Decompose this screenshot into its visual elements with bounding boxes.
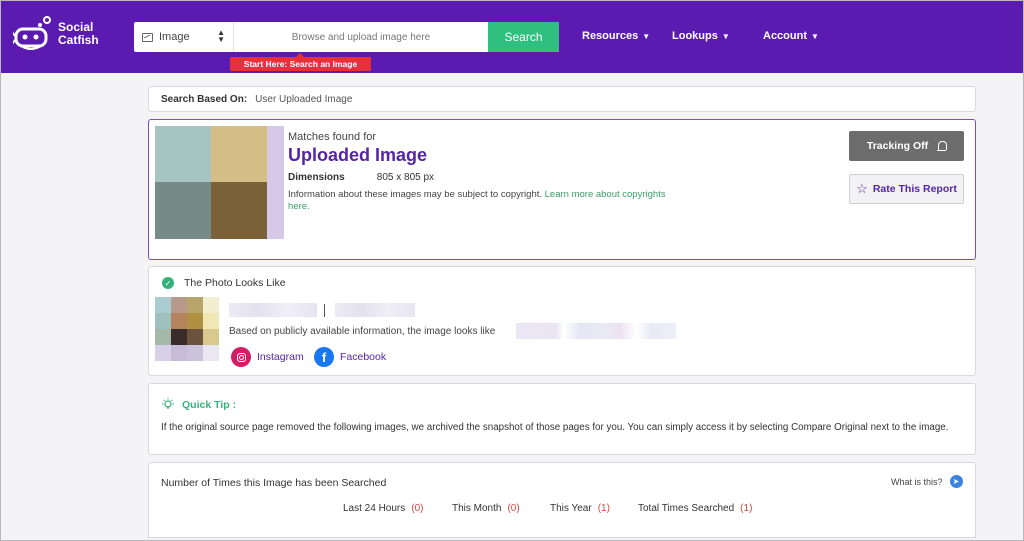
- bell-icon: [937, 141, 948, 151]
- updown-arrows-icon: ▲ ▼: [217, 28, 225, 44]
- blurred-match-name: [516, 323, 676, 339]
- blurred-name: [229, 303, 317, 317]
- match-info: Matches found for Uploaded Image Dimensi…: [288, 131, 678, 213]
- quick-tip-title: Quick Tip :: [182, 399, 237, 411]
- facebook-link[interactable]: f Facebook: [314, 347, 386, 367]
- logo-line-2: Catfish: [58, 33, 99, 47]
- nav-resources-label: Resources: [582, 30, 639, 42]
- search-based-on-bar: Search Based On: User Uploaded Image: [148, 86, 976, 112]
- stat-this-month: This Month (0): [452, 503, 520, 514]
- tracking-label: Tracking Off: [866, 140, 929, 152]
- stat-value: (0): [507, 503, 520, 514]
- facebook-label: Facebook: [340, 351, 387, 363]
- quick-tip-card: Quick Tip : If the original source page …: [148, 383, 976, 455]
- catfish-logo-icon: [11, 15, 53, 53]
- search-button[interactable]: Search: [488, 22, 559, 52]
- dimensions-value: 805 x 805 px: [376, 172, 435, 183]
- info-arrow-icon: ➤: [949, 475, 963, 488]
- copyright-text: Information about these images may be su…: [288, 189, 542, 200]
- based-on-value: User Uploaded Image: [255, 93, 353, 105]
- what-is-this-link[interactable]: What is this? ➤: [891, 475, 963, 488]
- looks-like-title: The Photo Looks Like: [184, 277, 286, 289]
- image-icon: [142, 32, 153, 42]
- copyright-notice: Information about these images may be su…: [288, 189, 678, 213]
- caret-down-icon: ▼: [642, 32, 651, 41]
- quick-tip-body: If the original source page removed the …: [161, 422, 949, 433]
- stat-total-times-searched: Total Times Searched (1): [638, 503, 752, 514]
- caret-down-icon: ▼: [811, 32, 819, 41]
- blurred-profile-photo[interactable]: [155, 297, 221, 362]
- stat-label: Total Times Searched: [638, 503, 735, 514]
- star-icon: ☆: [856, 181, 868, 196]
- nav-resources[interactable]: Resources ▼: [582, 30, 650, 42]
- search-type-select[interactable]: Image ▲ ▼: [134, 22, 234, 52]
- instagram-link[interactable]: Instagram: [231, 347, 304, 367]
- tracking-toggle-button[interactable]: Tracking Off: [849, 131, 964, 161]
- name-separator: [324, 304, 325, 317]
- lightbulb-icon: [162, 398, 174, 410]
- stat-value: (1): [740, 503, 753, 514]
- nav-lookups-label: Lookups: [672, 30, 718, 42]
- search-count-title: Number of Times this Image has been Sear…: [161, 477, 387, 489]
- stat-label: Last 24 Hours: [343, 503, 406, 514]
- matches-found-label: Matches found for: [288, 131, 377, 143]
- stat-this-year: This Year (1): [550, 503, 610, 514]
- what-is-this-label: What is this?: [891, 476, 943, 487]
- based-on-label: Search Based On:: [161, 93, 248, 105]
- nav-account[interactable]: Account ▼: [763, 30, 819, 42]
- stat-label: This Year: [550, 503, 592, 514]
- uploaded-image-thumbnail[interactable]: [155, 126, 284, 239]
- stat-label: This Month: [452, 503, 502, 514]
- photo-looks-like-card: ✓ The Photo Looks Like Based on publicly…: [148, 266, 976, 376]
- search-count-card: Number of Times this Image has been Sear…: [148, 462, 976, 538]
- rate-report-button[interactable]: ☆ Rate This Report: [849, 174, 964, 204]
- instagram-label: Instagram: [257, 351, 304, 363]
- match-card: Matches found for Uploaded Image Dimensi…: [148, 119, 976, 260]
- nav-account-label: Account: [763, 30, 807, 42]
- stat-value: (0): [411, 503, 424, 514]
- looks-like-text: Based on publicly available information,…: [229, 326, 496, 337]
- caret-down-icon: ▼: [721, 32, 730, 41]
- facebook-icon: f: [314, 347, 334, 367]
- stat-last-24-hours: Last 24 Hours (0): [343, 503, 424, 514]
- instagram-icon: [231, 347, 251, 367]
- rate-label: Rate This Report: [872, 183, 957, 195]
- stat-value: (1): [597, 503, 610, 514]
- top-header: Social Catfish Image ▲ ▼ Browse and uploa…: [1, 1, 1023, 73]
- start-here-tag: Start Here: Search an Image: [230, 53, 371, 71]
- dimensions-label: Dimensions: [288, 172, 345, 183]
- blurred-username: [335, 303, 415, 317]
- upload-field[interactable]: Browse and upload image here: [234, 22, 488, 52]
- dimensions-row: Dimensions 805 x 805 px: [288, 172, 678, 183]
- logo[interactable]: Social Catfish: [11, 15, 99, 53]
- search-bar: Image ▲ ▼ Browse and upload image here Se…: [134, 22, 559, 52]
- match-title: Uploaded Image: [288, 145, 428, 165]
- logo-text: Social Catfish: [58, 21, 99, 47]
- nav-lookups[interactable]: Lookups ▼: [672, 30, 730, 42]
- search-type-label: Image: [159, 31, 190, 43]
- check-circle-icon: ✓: [162, 277, 174, 289]
